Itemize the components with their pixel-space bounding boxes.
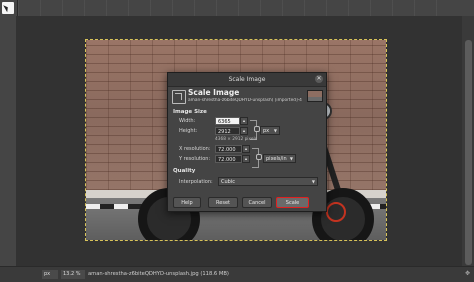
interpolation-label: Interpolation: (179, 179, 213, 185)
help-button[interactable]: Help (173, 197, 201, 208)
resolution-chain-icon[interactable] (256, 154, 262, 160)
navigate-icon[interactable]: ✥ (465, 270, 472, 279)
resolution-unit-select[interactable]: pixels/in ▼ (263, 154, 296, 163)
quality-heading: Quality (173, 168, 196, 174)
unit-select[interactable]: px (42, 270, 58, 279)
scale-image-dialog: Scale Image ✕ Scale Image aman-shrestha-… (167, 72, 327, 212)
interpolation-value: Cubic (221, 179, 235, 185)
chevron-down-icon: ▼ (289, 156, 293, 161)
cancel-button[interactable]: Cancel (242, 197, 272, 208)
size-unit-select[interactable]: px ▼ (260, 126, 280, 135)
status-bar: px 13.2 % aman-shrestha-z6biteQDHYD-unsp… (0, 266, 474, 282)
pixel-dimensions-info: 4368 × 2912 pixels (215, 137, 257, 142)
pointer-icon (2, 2, 14, 14)
image-thumbnail (307, 90, 323, 102)
size-unit-value: px (263, 128, 270, 134)
scrollbar-thumb[interactable] (465, 40, 472, 265)
dialog-title: Scale Image (228, 76, 266, 83)
scale-button[interactable]: Scale (276, 197, 309, 208)
vertical-scrollbar[interactable] (461, 16, 474, 266)
y-resolution-label: Y resolution: (179, 156, 211, 162)
status-message: aman-shrestha-z6biteQDHYD-unsplash.jpg (… (88, 271, 229, 277)
dialog-header: Scale Image aman-shrestha-z6biteQDHYD-un… (168, 87, 326, 109)
x-resolution-stepper[interactable]: ▴ (242, 145, 250, 153)
dialog-titlebar[interactable]: Scale Image ✕ (168, 73, 326, 87)
pointer-mode-cell[interactable] (0, 0, 18, 16)
scale-image-icon (172, 90, 186, 104)
dialog-header-subtitle: aman-shrestha-z6biteQDHYD-unsplash) [imp… (188, 98, 302, 103)
top-ruler-bar (0, 0, 474, 17)
x-resolution-field[interactable]: 72.000 (215, 145, 242, 153)
vertical-ruler (0, 16, 17, 266)
width-field[interactable]: 6365 (215, 117, 240, 125)
height-field[interactable]: 2912 (215, 127, 240, 135)
chevron-down-icon: ▼ (273, 128, 277, 133)
x-resolution-label: X resolution: (179, 146, 211, 152)
image-size-heading: Image Size (173, 109, 207, 115)
y-resolution-field[interactable]: 72.000 (215, 155, 242, 163)
interpolation-select[interactable]: Cubic ▼ (218, 177, 318, 186)
y-resolution-stepper[interactable]: ▴ (242, 155, 250, 163)
close-icon[interactable]: ✕ (315, 75, 323, 83)
height-label: Height: (179, 128, 198, 134)
reset-button[interactable]: Reset (208, 197, 238, 208)
width-stepper[interactable]: ▴ (240, 117, 248, 125)
resolution-unit-value: pixels/in (266, 156, 287, 162)
width-label: Width: (179, 118, 196, 124)
front-rim-accent (326, 202, 346, 222)
zoom-select[interactable]: 13.2 % (61, 270, 85, 279)
horizontal-ruler (18, 0, 458, 16)
height-stepper[interactable]: ▴ (240, 127, 248, 135)
dialog-header-title: Scale Image (188, 88, 240, 97)
chevron-down-icon: ▼ (311, 179, 315, 184)
